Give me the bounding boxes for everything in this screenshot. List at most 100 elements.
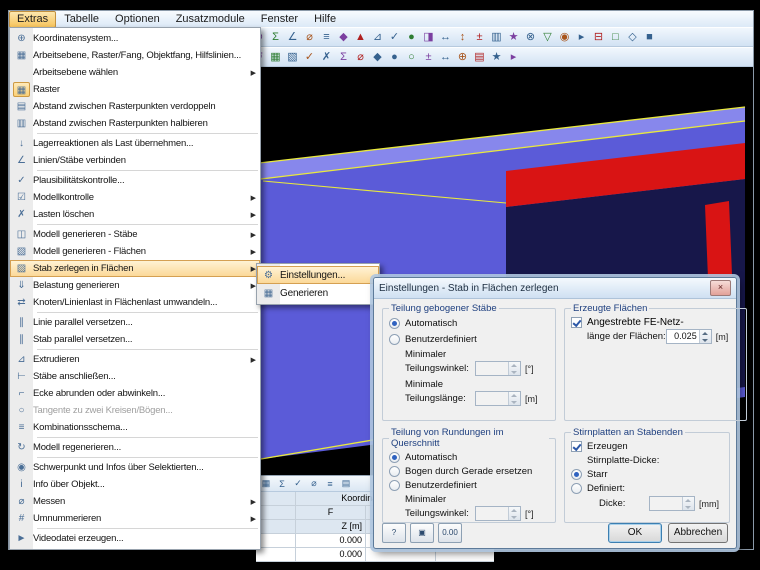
checkbox-erzeugen[interactable] bbox=[571, 440, 582, 452]
toolbar-icon[interactable]: ▤ bbox=[471, 49, 488, 65]
toolbar-icon[interactable]: ◆ bbox=[335, 29, 352, 45]
toolbar-icon[interactable]: ⊟ bbox=[590, 29, 607, 45]
toolbar-icon[interactable]: ▲ bbox=[352, 29, 369, 45]
toolbar-icon[interactable]: ⌀ bbox=[301, 29, 318, 45]
cancel-button[interactable]: Abbrechen bbox=[668, 523, 728, 543]
dialog-tool-button[interactable]: ▣ bbox=[410, 523, 434, 543]
menu-item[interactable]: ∠ Linien/Stäbe verbinden bbox=[10, 152, 260, 169]
toolbar-icon[interactable]: ● bbox=[403, 29, 420, 45]
toolbar-icon[interactable]: ▧ bbox=[284, 49, 301, 65]
min-teilungslaenge-input[interactable] bbox=[475, 391, 521, 406]
menu-item[interactable]: ↻ Modell regenerieren... bbox=[10, 439, 260, 456]
table-toolbar-icon[interactable]: ✓ bbox=[290, 478, 306, 489]
toolbar-icon[interactable]: ± bbox=[471, 29, 488, 45]
dialog-tool-button[interactable]: 0.00 bbox=[438, 523, 462, 543]
toolbar-icon[interactable]: ▦ bbox=[267, 49, 284, 65]
menu-item[interactable]: ▦ Arbeitsebene, Raster/Fang, Objektfang,… bbox=[10, 47, 260, 64]
menu-item[interactable]: ▤ Abstand zwischen Rasterpunkten verdopp… bbox=[10, 98, 260, 115]
menu-item[interactable]: ∥ Linie parallel versetzen... bbox=[10, 314, 260, 331]
toolbar-icon[interactable]: ▽ bbox=[539, 29, 556, 45]
menubar-item[interactable]: Tabelle bbox=[56, 11, 107, 28]
menu-item[interactable]: ✓ Plausibilitätskontrolle... bbox=[10, 172, 260, 189]
menubar-item[interactable]: Fenster bbox=[253, 11, 306, 28]
toolbar-icon[interactable]: ★ bbox=[505, 29, 522, 45]
toolbar-icon[interactable]: ▥ bbox=[488, 29, 505, 45]
toolbar-icon[interactable]: ★ bbox=[488, 49, 505, 65]
toolbar-icon[interactable]: Σ bbox=[335, 49, 352, 65]
radio-bent-automatisch[interactable] bbox=[389, 318, 400, 329]
menu-item[interactable]: ▦ Raster bbox=[10, 81, 260, 98]
ok-button[interactable]: OK bbox=[608, 523, 662, 543]
radio-bent-benutzerdefiniert[interactable] bbox=[389, 334, 400, 345]
menu-item[interactable]: ▥ Abstand zwischen Rasterpunkten halbier… bbox=[10, 115, 260, 132]
spinner-arrows-icon[interactable] bbox=[508, 392, 520, 405]
table-value-cell[interactable]: 0.000 bbox=[296, 548, 366, 561]
toolbar-icon[interactable]: ↔ bbox=[437, 49, 454, 65]
spinner-arrows-icon[interactable] bbox=[682, 497, 694, 510]
toolbar-icon[interactable]: ⊿ bbox=[369, 29, 386, 45]
radio-starr[interactable] bbox=[571, 468, 582, 480]
min-teilungswinkel-input[interactable] bbox=[475, 361, 521, 376]
menu-item[interactable]: ⇄ Knoten/Linienlast in Flächenlast umwan… bbox=[10, 294, 260, 311]
toolbar-icon[interactable]: □ bbox=[607, 29, 624, 45]
toolbar-icon[interactable]: ◨ bbox=[420, 29, 437, 45]
close-icon[interactable]: × bbox=[710, 280, 731, 296]
toolbar-icon[interactable]: ✓ bbox=[386, 29, 403, 45]
toolbar-icon[interactable]: ● bbox=[386, 49, 403, 65]
menu-item[interactable]: ↓ Lagerreaktionen als Last übernehmen... bbox=[10, 135, 260, 152]
toolbar-icon[interactable]: ∠ bbox=[284, 29, 301, 45]
radio-round-benutzerdefiniert[interactable] bbox=[389, 479, 400, 491]
table-row[interactable]: 0.000 bbox=[256, 548, 494, 562]
menu-item[interactable]: ► Videodatei erzeugen... bbox=[10, 530, 260, 547]
menu-item[interactable]: ◫ Modell generieren - Stäbe bbox=[10, 226, 260, 243]
toolbar-icon[interactable]: ▸ bbox=[505, 49, 522, 65]
toolbar-icon[interactable]: ⌀ bbox=[352, 49, 369, 65]
radio-definiert[interactable] bbox=[571, 482, 582, 494]
radio-round-automatisch[interactable] bbox=[389, 451, 400, 463]
menubar-item[interactable]: Hilfe bbox=[306, 11, 344, 28]
menu-item[interactable]: i Info über Objekt... bbox=[10, 476, 260, 493]
menu-item[interactable]: ☑ Modellkontrolle bbox=[10, 189, 260, 206]
toolbar-icon[interactable]: ↔ bbox=[437, 29, 454, 45]
menu-item[interactable]: ▨ Stab zerlegen in Flächen bbox=[10, 260, 260, 277]
toolbar-icon[interactable]: ○ bbox=[403, 49, 420, 65]
toolbar-icon[interactable]: ✗ bbox=[318, 49, 335, 65]
menubar-item[interactable]: Extras bbox=[9, 10, 57, 28]
table-toolbar-icon[interactable]: ⌀ bbox=[306, 478, 322, 489]
toolbar-icon[interactable]: ◇ bbox=[624, 29, 641, 45]
menu-item[interactable]: ⊿ Extrudieren bbox=[10, 351, 260, 368]
toolbar-icon[interactable]: ✓ bbox=[301, 49, 318, 65]
menu-item[interactable]: Arbeitsebene wählen bbox=[10, 64, 260, 81]
menu-item[interactable]: ⌐ Ecke abrunden oder abwinkeln... bbox=[10, 385, 260, 402]
spinner-arrows-icon[interactable] bbox=[508, 362, 520, 375]
dicke-input[interactable] bbox=[649, 496, 695, 511]
toolbar-icon[interactable]: ↕ bbox=[454, 29, 471, 45]
toolbar-icon[interactable]: ▸ bbox=[573, 29, 590, 45]
table-value-cell[interactable]: 0.000 bbox=[296, 534, 366, 547]
toolbar-icon[interactable]: ■ bbox=[641, 29, 658, 45]
toolbar-icon[interactable]: Σ bbox=[267, 29, 284, 45]
radio-bogen-durch-gerade[interactable] bbox=[389, 465, 400, 477]
spinner-arrows-icon[interactable] bbox=[508, 507, 520, 520]
fe-netz-laenge-input[interactable]: 0.025 bbox=[665, 329, 712, 344]
toolbar-icon[interactable]: ⊕ bbox=[454, 49, 471, 65]
menu-item[interactable]: # Umnummerieren bbox=[10, 510, 260, 527]
dialog-tool-button[interactable]: ? bbox=[382, 523, 406, 543]
menu-item[interactable]: ⇓ Belastung generieren bbox=[10, 277, 260, 294]
menu-item[interactable]: ⊢ Stäbe anschließen... bbox=[10, 368, 260, 385]
toolbar-icon[interactable]: ± bbox=[420, 49, 437, 65]
table-toolbar-icon[interactable]: ≡ bbox=[322, 479, 338, 489]
menu-item[interactable]: ✗ Lasten löschen bbox=[10, 206, 260, 223]
toolbar-icon[interactable]: ◉ bbox=[556, 29, 573, 45]
round-min-teilungswinkel-input[interactable] bbox=[475, 506, 521, 521]
submenu-item[interactable]: ▦ Generieren bbox=[257, 284, 379, 302]
menubar-item[interactable]: Optionen bbox=[107, 11, 168, 28]
submenu-item[interactable]: ⚙ Einstellungen... bbox=[257, 266, 379, 284]
table-toolbar-icon[interactable]: ▤ bbox=[338, 478, 354, 489]
spinner-arrows-icon[interactable] bbox=[698, 330, 711, 343]
toolbar-icon[interactable]: ≡ bbox=[318, 29, 335, 45]
menu-item[interactable]: ∥ Stab parallel versetzen... bbox=[10, 331, 260, 348]
toolbar-icon[interactable]: ⊗ bbox=[522, 29, 539, 45]
toolbar-icon[interactable]: ◆ bbox=[369, 49, 386, 65]
menubar-item[interactable]: Zusatzmodule bbox=[168, 11, 253, 28]
